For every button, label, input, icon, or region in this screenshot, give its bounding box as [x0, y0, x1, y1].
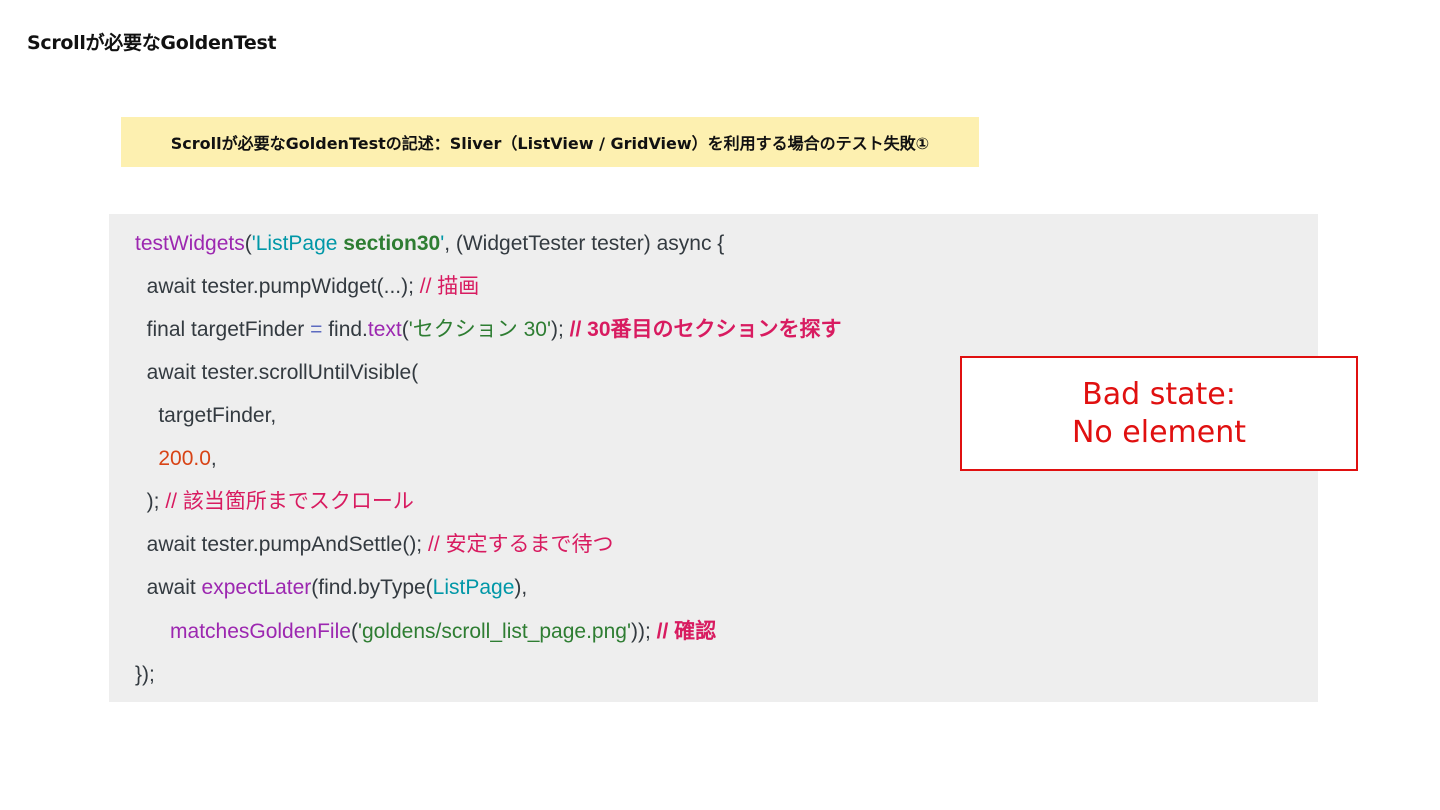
code-token: ),	[514, 576, 528, 599]
code-token-function: testWidgets	[135, 232, 245, 255]
code-token: );	[550, 318, 570, 341]
code-token: );	[135, 490, 166, 513]
code-token: targetFinder,	[135, 404, 277, 427]
code-line: testWidgets('ListPage section30', (Widge…	[135, 222, 724, 265]
error-message: No element	[1071, 414, 1247, 450]
code-token: (	[401, 318, 409, 341]
code-line: });	[135, 653, 155, 696]
code-token: final targetFinder	[135, 318, 311, 341]
code-line: await tester.pumpWidget(...); // 描画	[135, 265, 480, 308]
code-comment: // 確認	[656, 620, 717, 643]
code-token-string: 'goldens/scroll_list_page.png'	[357, 620, 631, 643]
error-title: Bad state:	[1082, 376, 1236, 412]
code-line: final targetFinder = find.text('セクション 30…	[135, 308, 842, 351]
code-line: await expectLater(find.byType(ListPage),	[135, 566, 528, 609]
code-line: ); // 該当箇所までスクロール	[135, 480, 414, 523]
code-token-string: 'ListPage	[251, 232, 344, 255]
code-line: await tester.scrollUntilVisible(	[135, 351, 419, 394]
code-token: , (WidgetTester tester) async {	[444, 232, 725, 255]
code-comment: // 安定するまで待つ	[427, 533, 614, 556]
code-token-number: 200.0	[158, 447, 211, 470]
code-comment: // 30番目のセクションを探す	[569, 318, 842, 341]
code-token: (find.byType(	[311, 576, 433, 599]
code-token: (	[244, 232, 252, 255]
subtitle-banner: Scrollが必要なGoldenTestの記述：Sliver（ListView …	[121, 117, 979, 167]
code-token-string: 'セクション 30'	[408, 318, 551, 341]
code-token: await	[135, 576, 202, 599]
code-token-class: ListPage	[432, 576, 515, 599]
code-token: await tester.pumpAndSettle();	[135, 533, 428, 556]
error-callout: Bad state: No element	[960, 356, 1358, 471]
code-token-function: text	[367, 318, 402, 341]
code-line: await tester.pumpAndSettle(); // 安定するまで待…	[135, 523, 614, 566]
code-token-function: expectLater	[201, 576, 312, 599]
code-token-function: matchesGoldenFile	[170, 620, 351, 643]
code-token-string: section30	[343, 232, 441, 255]
code-comment: // 該当箇所までスクロール	[165, 490, 414, 513]
code-token: ,	[210, 447, 217, 470]
code-comment: // 描画	[419, 275, 480, 298]
code-token: });	[135, 663, 155, 686]
code-token: await tester.scrollUntilVisible(	[135, 361, 419, 384]
code-line: 200.0,	[135, 437, 217, 480]
code-token-operator: =	[310, 318, 323, 341]
code-token: find.	[322, 318, 368, 341]
code-line: matchesGoldenFile('goldens/scroll_list_p…	[135, 610, 716, 653]
code-line: targetFinder,	[135, 394, 276, 437]
page-title: Scrollが必要なGoldenTest	[27, 32, 277, 54]
code-token: ));	[630, 620, 657, 643]
code-token: await tester.pumpWidget(...);	[135, 275, 420, 298]
code-token: (	[350, 620, 358, 643]
